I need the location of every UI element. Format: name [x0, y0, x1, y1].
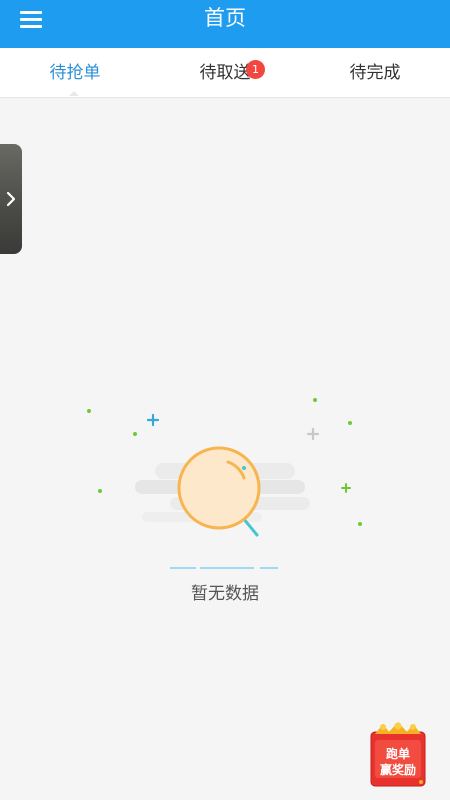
reward-floating-button[interactable]: 跑单 赢奖励	[369, 722, 427, 788]
page-title: 首页	[204, 6, 246, 30]
tab-pending-complete[interactable]: 待完成	[300, 48, 450, 98]
empty-state-illustration	[87, 398, 362, 569]
tab-pending-pickup[interactable]: 待取送	[150, 48, 300, 98]
plus-icon	[306, 427, 320, 441]
side-drawer-handle[interactable]	[0, 144, 22, 254]
top-app-bar: 首页	[0, 0, 450, 48]
plus-icon	[341, 483, 351, 493]
magnifier-icon	[177, 446, 261, 530]
plus-icon	[146, 413, 160, 427]
chevron-right-icon	[6, 191, 16, 207]
sparkle-dot	[242, 466, 246, 470]
empty-state-text: 暂无数据	[191, 584, 259, 604]
pickup-count-badge: 1	[246, 60, 265, 79]
reward-label-line1: 跑单	[385, 747, 410, 761]
active-tab-indicator	[69, 91, 79, 96]
reward-label-line2: 赢奖励	[379, 763, 416, 777]
tab-bar: 待抢单 待取送 待完成	[0, 48, 450, 98]
